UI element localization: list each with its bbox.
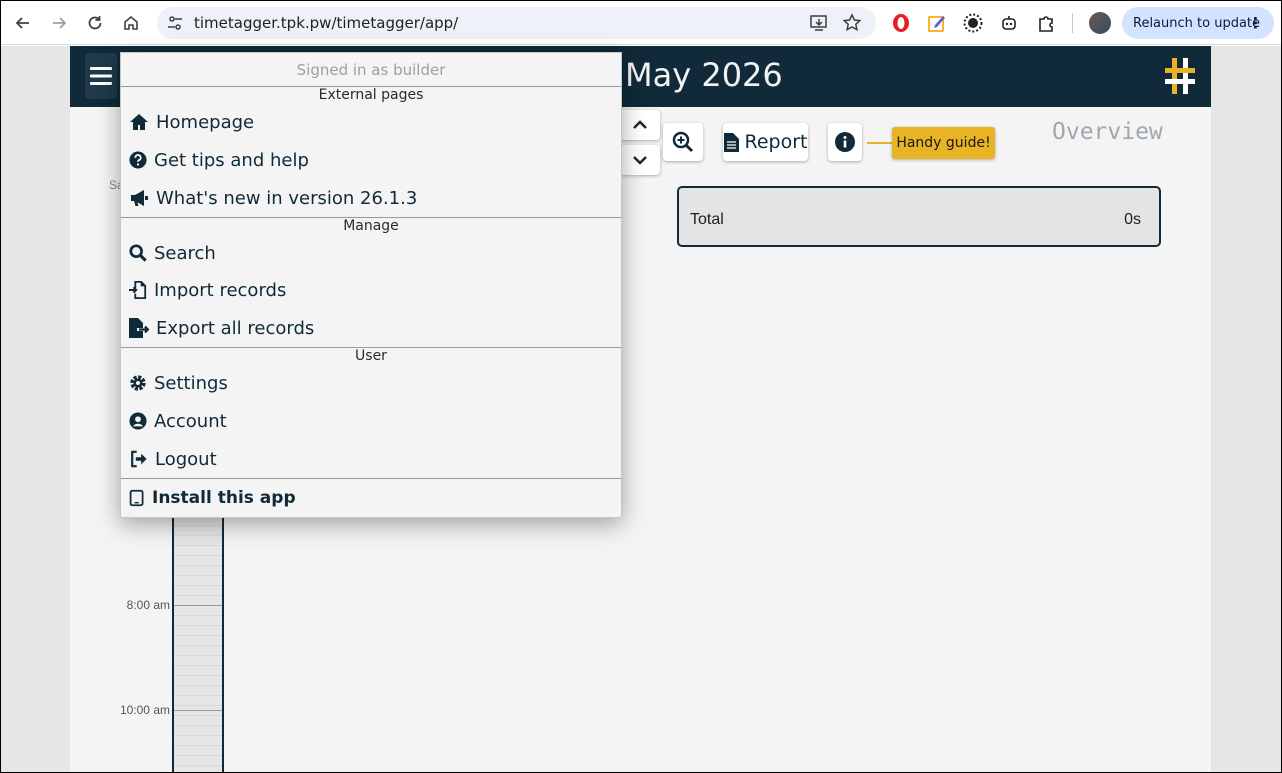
guide-connector — [867, 142, 895, 144]
total-summary-box: Total 0s — [677, 186, 1161, 247]
section-manage: Manage — [343, 218, 399, 234]
menu-item-label: Get tips and help — [154, 149, 309, 171]
menu-item-account[interactable]: Account — [129, 407, 227, 435]
menu-item-label: Logout — [155, 448, 217, 470]
zoom-button[interactable] — [663, 123, 703, 161]
install-app-icon[interactable] — [809, 13, 829, 33]
home-icon — [130, 114, 148, 130]
home-icon[interactable] — [118, 10, 144, 36]
menu-item-label: Export all records — [156, 317, 315, 339]
menu-item-search[interactable]: Search — [129, 239, 216, 267]
handy-guide-badge[interactable]: Handy guide! — [892, 127, 995, 159]
site-settings-icon[interactable] — [166, 14, 184, 32]
hamburger-menu-button[interactable] — [85, 53, 117, 99]
menu-item-install-app[interactable]: Install this app — [129, 484, 296, 512]
menu-item-label: Homepage — [156, 111, 255, 133]
section-external-pages: External pages — [318, 87, 424, 103]
user-circle-icon — [129, 412, 147, 430]
signed-in-text: Signed in as builder — [296, 61, 446, 79]
address-bar[interactable]: timetagger.tpk.pw/timetagger/app/ — [157, 7, 876, 39]
bookmark-star-icon[interactable] — [842, 13, 862, 33]
scroll-down-button[interactable] — [620, 145, 660, 175]
menu-item-label: What's new in version 26.1.3 — [156, 187, 418, 209]
overview-title: Overview — [1052, 119, 1163, 145]
menu-divider — [121, 478, 621, 479]
time-tick — [174, 710, 222, 711]
menu-item-tips[interactable]: Get tips and help — [129, 146, 309, 174]
time-label-8am: 8:00 am — [126, 598, 170, 612]
main-menu-dropdown: Signed in as builder External pages Home… — [120, 52, 622, 518]
file-icon — [723, 132, 739, 152]
url-text: timetagger.tpk.pw/timetagger/app/ — [194, 14, 459, 32]
profile-avatar[interactable] — [1089, 12, 1111, 34]
header-title: May 2026 — [625, 56, 783, 94]
menu-item-homepage[interactable]: Homepage — [129, 108, 254, 136]
reload-icon[interactable] — [82, 10, 108, 36]
file-export-icon — [129, 318, 149, 338]
sign-out-icon — [131, 450, 147, 468]
guide-info-button[interactable] — [828, 123, 862, 161]
menu-item-whats-new[interactable]: What's new in version 26.1.3 — [129, 184, 417, 212]
chevron-up-icon — [633, 120, 647, 129]
menu-item-label: Search — [154, 242, 216, 264]
info-icon — [835, 132, 855, 152]
menu-item-label: Account — [154, 410, 227, 432]
menu-item-logout[interactable]: Logout — [129, 445, 217, 473]
report-label: Report — [744, 131, 808, 153]
file-import-icon — [129, 281, 147, 299]
menu-item-export[interactable]: Export all records — [129, 314, 314, 342]
tablet-icon — [129, 489, 144, 507]
megaphone-icon — [131, 190, 148, 206]
timeline-column[interactable] — [172, 506, 224, 772]
extensions-puzzle-icon[interactable] — [1036, 13, 1056, 33]
toolbar-divider — [1072, 13, 1073, 33]
time-label-10am: 10:00 am — [119, 703, 170, 717]
menu-item-label: Import records — [154, 279, 287, 301]
robot-extension-icon[interactable] — [999, 13, 1019, 33]
sun-extension-icon[interactable] — [963, 13, 983, 33]
gear-icon — [130, 375, 146, 391]
relaunch-label: Relaunch to update — [1133, 15, 1261, 31]
relaunch-to-update-button[interactable]: Relaunch to update ⋮ — [1122, 7, 1274, 39]
edit-extension-icon[interactable] — [927, 13, 947, 33]
total-value: 0s — [1124, 211, 1141, 228]
more-menu-icon[interactable]: ⋮ — [1248, 14, 1263, 32]
question-circle-icon — [129, 151, 147, 169]
browser-toolbar: timetagger.tpk.pw/timetagger/app/ Relaun… — [1, 1, 1281, 45]
timetagger-logo-icon[interactable] — [1165, 58, 1195, 94]
back-icon[interactable] — [10, 10, 36, 36]
report-button[interactable]: Report — [723, 123, 808, 161]
menu-item-settings[interactable]: Settings — [129, 369, 228, 397]
menu-item-label: Install this app — [152, 488, 296, 508]
zoom-in-icon — [672, 131, 694, 153]
time-tick — [174, 605, 222, 606]
total-label: Total — [690, 211, 724, 228]
menu-item-import[interactable]: Import records — [129, 276, 286, 304]
chevron-down-icon — [633, 156, 647, 165]
scroll-up-button[interactable] — [620, 110, 660, 140]
section-user: User — [355, 348, 387, 364]
menu-item-label: Settings — [154, 372, 228, 394]
opera-extension-icon[interactable] — [891, 13, 911, 33]
forward-icon[interactable] — [46, 10, 72, 36]
search-icon — [129, 244, 147, 262]
hamburger-icon — [90, 67, 112, 85]
